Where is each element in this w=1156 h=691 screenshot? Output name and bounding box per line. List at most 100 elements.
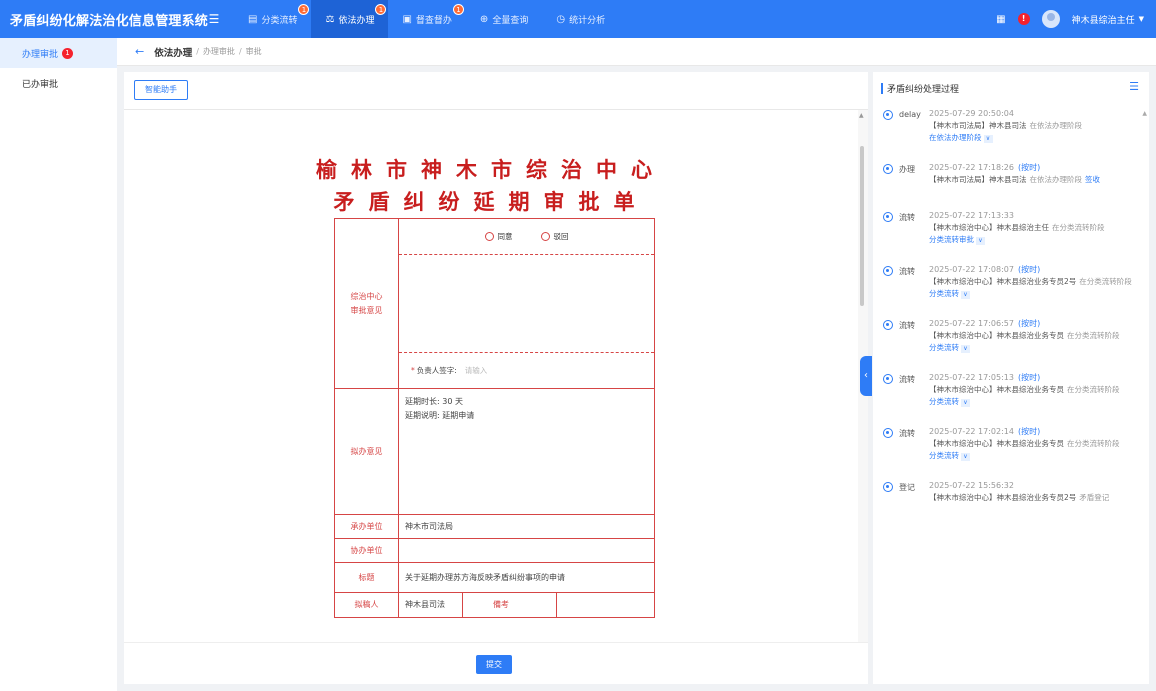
timeline-link-label: 分类流转	[929, 289, 959, 298]
breadcrumb-separator: /	[196, 47, 199, 56]
scroll-up-icon[interactable]: ▲	[1142, 110, 1147, 117]
form-footer: 提交	[124, 642, 868, 684]
nav-label: 分类流转	[261, 15, 298, 26]
timeline-type: 流转	[899, 321, 915, 330]
timeline-stage: 在分类流转阶段	[1052, 223, 1105, 232]
main-nav: ▤ 分类流转 1 ⚖ 依法办理 1 ▣ 督查督办 1 ⊕ 全量查询 ◷ 统计分析	[234, 0, 619, 38]
menu-toggle-icon[interactable]: ☰	[204, 12, 224, 26]
required-mark: *	[411, 365, 415, 375]
timeline-time: 2025-07-22 17:18:26	[929, 163, 1014, 172]
timeline-item: 流转 2025-07-22 17:13:33 【神木市综治中心】神木县综治主任在…	[881, 210, 1143, 264]
breadcrumb-item[interactable]: 办理审批	[203, 46, 235, 57]
timeline-link-label: 在依法办理阶段	[929, 133, 982, 142]
list-toggle-icon[interactable]: ☰	[1129, 80, 1139, 93]
radio-circle-icon	[484, 232, 494, 241]
approval-form-table: 综治中心审批意见 同意 驳回 * 负责人签字: 请输入 拟办意见 延期时长: 3…	[334, 218, 655, 618]
nav-item-stats[interactable]: ◷ 统计分析	[542, 0, 619, 38]
title-accent-bar	[881, 83, 883, 94]
timeline-item: 登记 2025-07-22 15:56:32 【神木市综治中心】神木县综治业务专…	[881, 480, 1143, 534]
opinion-textarea[interactable]	[399, 255, 654, 353]
timeline-expand-link[interactable]: 分类流转审批 ∨	[929, 234, 1143, 246]
timeline-expand-link[interactable]: 分类流转 ∨	[929, 342, 1143, 354]
sign-row: * 负责人签字: 请输入	[399, 353, 654, 387]
timeline-link-label: 分类流转	[929, 343, 959, 352]
process-panel: 矛盾纠纷处理过程 ☰ ▲ delay 2025-07-29 20:50:04 【…	[873, 72, 1149, 684]
process-timeline: delay 2025-07-29 20:50:04 【神木市司法局】神木县司法在…	[881, 108, 1143, 534]
sidebar-item-done-approval[interactable]: 已办审批	[0, 68, 117, 98]
timeline-stage: 矛盾登记	[1079, 493, 1110, 502]
timeline-type: 登记	[899, 483, 915, 492]
chevron-down-icon[interactable]: ∨	[976, 237, 985, 245]
chevron-down-icon[interactable]: ∨	[961, 399, 970, 407]
approval-document: 榆林市神木市综治中心 矛盾纠纷延期审批单 综治中心审批意见 同意 驳回 * 负责…	[124, 110, 858, 642]
drafter-inner: 神木县司法 備考	[399, 593, 654, 617]
timeline-stage: 在分类流转阶段	[1067, 439, 1120, 448]
chevron-down-icon[interactable]: ∨	[983, 135, 993, 143]
decision-radio-group: 同意 驳回	[399, 219, 654, 255]
breadcrumb-separator: /	[238, 47, 242, 56]
center-opinion-cell: 同意 驳回 * 负责人签字: 请输入	[398, 218, 655, 389]
label-center-opinion: 综治中心审批意见	[334, 218, 399, 389]
timeline-type: delay	[899, 110, 921, 119]
assisting-value	[398, 538, 655, 563]
caret-down-icon[interactable]: ▼	[1139, 15, 1144, 23]
timeline-op: 签收	[1085, 175, 1100, 184]
label-title: 标题	[334, 562, 399, 593]
radio-agree[interactable]: 同意	[484, 231, 513, 242]
user-name[interactable]: 神木县综治主任	[1072, 13, 1135, 26]
nav-item-legal[interactable]: ⚖ 依法办理 1	[311, 0, 389, 38]
sidebar-item-pending-approval[interactable]: 办理审批 1	[0, 38, 117, 68]
timeline-item: delay 2025-07-29 20:50:04 【神木市司法局】神木县司法在…	[881, 108, 1143, 162]
timeline-expand-link[interactable]: 分类流转 ∨	[929, 450, 1143, 462]
apps-grid-icon[interactable]: ▦	[996, 14, 1005, 25]
nav-label: 督查督办	[415, 15, 452, 26]
chevron-down-icon[interactable]: ∨	[961, 291, 970, 299]
chevron-down-icon[interactable]: ∨	[961, 453, 970, 461]
smart-assistant-button[interactable]: 智能助手	[134, 80, 188, 100]
radio-label: 同意	[497, 232, 513, 241]
process-panel-header: 矛盾纠纷处理过程	[881, 82, 959, 95]
radio-circle-icon	[540, 232, 550, 241]
timeline-org: 【神木市司法局】神木县司法	[929, 175, 1027, 184]
timeline-type: 流转	[899, 375, 915, 384]
main-panel: 智能助手 榆林市神木市综治中心 矛盾纠纷延期审批单 综治中心审批意见 同意 驳回…	[124, 72, 868, 684]
timeline-link-label: 分类流转	[929, 397, 959, 406]
avatar[interactable]	[1041, 10, 1060, 28]
sign-input[interactable]: 请输入	[465, 365, 488, 376]
timeline-org: 【神木市综治中心】神木县综治业务专员	[929, 439, 1064, 448]
timeline-dot-icon	[883, 374, 893, 384]
timeline-time: 2025-07-22 17:06:57	[929, 319, 1014, 328]
radio-label: 驳回	[553, 232, 569, 241]
nav-item-supervise[interactable]: ▣ 督查督办 1	[388, 0, 465, 38]
list-icon: ▤	[248, 13, 258, 25]
nav-item-classify[interactable]: ▤ 分类流转 1	[234, 0, 311, 38]
radio-reject[interactable]: 驳回	[540, 231, 569, 242]
timeline-time: 2025-07-22 15:56:32	[929, 481, 1014, 490]
timeline-stage: 在分类流转阶段	[1067, 331, 1120, 340]
collapse-panel-toggle[interactable]: ‹	[860, 356, 872, 396]
timeline-expand-link[interactable]: 分类流转 ∨	[929, 288, 1143, 300]
timeline-item: 流转 2025-07-22 17:05:13 (按时) 【神木市综治中心】神木县综…	[881, 372, 1143, 426]
nav-badge: 1	[375, 4, 387, 15]
timeline-time: 2025-07-22 17:05:13	[929, 373, 1014, 382]
timeline-stage: 在分类流转阶段	[1079, 277, 1132, 286]
timeline-dot-icon	[883, 164, 893, 174]
proposed-opinion-cell: 延期时长: 30 天 延期说明: 延期申请	[398, 388, 655, 515]
search-icon: ⊕	[479, 13, 489, 25]
timeline-type: 流转	[899, 267, 915, 276]
nav-item-query[interactable]: ⊕ 全量查询	[466, 0, 542, 38]
timeline-tag: (按时)	[1017, 265, 1041, 274]
timeline-time: 2025-07-22 17:08:07	[929, 265, 1014, 274]
timeline-expand-link[interactable]: 分类流转 ∨	[929, 396, 1143, 408]
submit-button[interactable]: 提交	[476, 655, 512, 674]
chevron-down-icon[interactable]: ∨	[961, 345, 970, 353]
timeline-stage: 在依法办理阶段	[1029, 121, 1083, 130]
back-arrow-icon[interactable]: ←	[135, 45, 144, 58]
nav-label: 依法办理	[338, 15, 375, 26]
delay-duration: 延期时长: 30 天	[405, 397, 463, 406]
timeline-org: 【神木市综治中心】神木县综治业务专员2号	[929, 493, 1077, 502]
timeline-expand-link[interactable]: 在依法办理阶段 ∨	[929, 132, 1143, 144]
scroll-up-icon[interactable]: ▲	[859, 112, 864, 119]
scrollbar-thumb[interactable]	[860, 146, 864, 306]
alert-icon[interactable]: !	[1017, 13, 1030, 25]
